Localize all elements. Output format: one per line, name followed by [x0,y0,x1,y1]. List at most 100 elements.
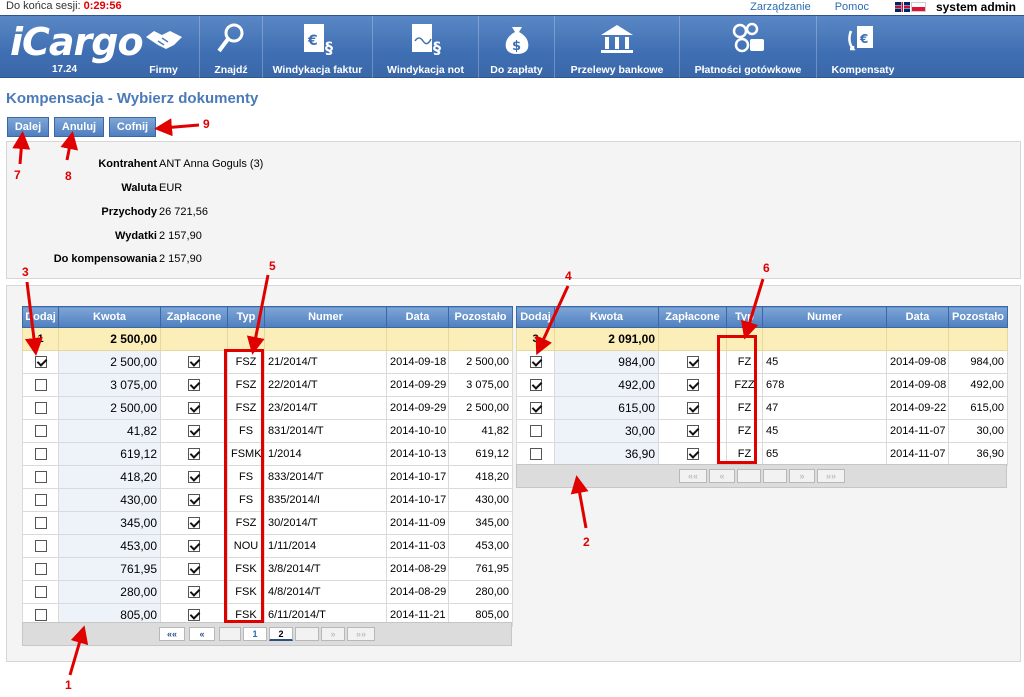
col-number[interactable]: Numer [264,306,387,328]
paid-checkbox[interactable] [188,540,200,553]
table-row[interactable]: 280,00 FSK 4/8/2014/T 2014-08-29 280,00 [22,580,513,604]
add-checkbox[interactable] [529,448,542,461]
logo[interactable]: iCargo 17.24 [0,16,144,79]
add-checkbox-cell[interactable] [22,350,59,374]
table-row[interactable]: 2 500,00 FSZ 21/2014/T 2014-09-18 2 500,00 [22,350,513,374]
uk-flag-icon[interactable] [894,2,910,12]
pager-page-1[interactable]: 1 [243,627,267,641]
back-button[interactable]: Cofnij [109,117,156,137]
table-row[interactable]: 615,00 FZ 47 2014-09-22 615,00 [516,396,1008,420]
add-checkbox[interactable] [34,425,47,438]
paid-checkbox[interactable] [188,425,200,438]
nav-windykacja-faktur[interactable]: € § Windykacja faktur [263,16,373,79]
add-checkbox-cell[interactable] [22,465,59,489]
pager-last-button[interactable]: »» [817,469,845,483]
col-type[interactable]: Typ [227,306,265,328]
add-checkbox[interactable] [34,563,47,576]
add-checkbox[interactable] [529,402,542,415]
add-checkbox-cell[interactable] [516,396,555,420]
pager-prev-button[interactable]: « [189,627,215,641]
pager-last-button[interactable]: »» [347,627,375,641]
add-checkbox-cell[interactable] [22,580,59,604]
add-checkbox[interactable] [34,448,47,461]
pager-prev-button[interactable]: « [709,469,735,483]
add-checkbox[interactable] [34,609,47,622]
table-row[interactable]: 3 075,00 FSZ 22/2014/T 2014-09-29 3 075,00 [22,373,513,397]
pager-next-button[interactable]: » [321,627,345,641]
table-row[interactable]: 30,00 FZ 45 2014-11-07 30,00 [516,419,1008,443]
nav-platnosci-gotowkowe[interactable]: Płatności gotówkowe [680,16,817,79]
add-checkbox[interactable] [34,494,47,507]
nav-windykacja-not[interactable]: § Windykacja not [373,16,479,79]
paid-checkbox[interactable] [686,402,699,415]
add-checkbox[interactable] [34,540,47,553]
paid-checkbox[interactable] [188,402,200,415]
cancel-button[interactable]: Anuluj [54,117,104,137]
col-amount[interactable]: Kwota [58,306,161,328]
nav-do-zaplaty[interactable]: $ Do zapłaty [479,16,555,79]
pager-next-button[interactable]: » [789,469,815,483]
add-checkbox[interactable] [529,356,542,369]
pager-first-button[interactable]: «« [679,469,707,483]
table-row[interactable]: 345,00 FSZ 30/2014/T 2014-11-09 345,00 [22,511,513,535]
col-add[interactable]: Dodaj [516,306,555,328]
nav-znajdz[interactable]: Znajdź [200,16,263,79]
add-checkbox[interactable] [34,356,47,369]
paid-checkbox[interactable] [188,563,200,576]
paid-checkbox[interactable] [188,356,200,369]
add-checkbox[interactable] [34,517,47,530]
add-checkbox-cell[interactable] [22,534,59,558]
add-checkbox-cell[interactable] [516,419,555,443]
col-paid[interactable]: Zapłacone [160,306,228,328]
pl-flag-icon[interactable] [910,2,926,12]
table-row[interactable]: 41,82 FS 831/2014/T 2014-10-10 41,82 [22,419,513,443]
col-number[interactable]: Numer [762,306,887,328]
add-checkbox[interactable] [34,471,47,484]
help-link[interactable]: Pomoc [835,1,869,13]
col-paid[interactable]: Zapłacone [658,306,727,328]
paid-checkbox[interactable] [188,448,200,461]
add-checkbox-cell[interactable] [22,511,59,535]
next-button[interactable]: Dalej [7,117,49,137]
manage-link[interactable]: Zarządzanie [750,1,811,13]
paid-checkbox[interactable] [188,609,200,622]
table-row[interactable]: 492,00 FZZ 678 2014-09-08 492,00 [516,373,1008,397]
add-checkbox-cell[interactable] [22,419,59,443]
paid-checkbox[interactable] [188,471,200,484]
paid-checkbox[interactable] [188,494,200,507]
add-checkbox-cell[interactable] [516,373,555,397]
table-row[interactable]: 36,90 FZ 65 2014-11-07 36,90 [516,442,1008,466]
col-remaining[interactable]: Pozostało [948,306,1008,328]
paid-checkbox[interactable] [686,379,699,392]
col-remaining[interactable]: Pozostało [448,306,513,328]
nav-firmy[interactable]: Firmy [128,16,200,79]
add-checkbox[interactable] [34,402,47,415]
add-checkbox-cell[interactable] [22,488,59,512]
paid-checkbox[interactable] [686,356,699,369]
pager-first-button[interactable]: «« [159,627,185,641]
paid-checkbox[interactable] [686,425,699,438]
col-type[interactable]: Typ [726,306,763,328]
add-checkbox-cell[interactable] [22,557,59,581]
col-date[interactable]: Data [386,306,449,328]
table-row[interactable]: 761,95 FSK 3/8/2014/T 2014-08-29 761,95 [22,557,513,581]
paid-checkbox[interactable] [188,517,200,530]
table-row[interactable]: 619,12 FSMK 1/2014 2014-10-13 619,12 [22,442,513,466]
add-checkbox-cell[interactable] [22,442,59,466]
col-add[interactable]: Dodaj [22,306,59,328]
table-row[interactable]: 430,00 FS 835/2014/I 2014-10-17 430,00 [22,488,513,512]
add-checkbox[interactable] [529,379,542,392]
col-date[interactable]: Data [886,306,949,328]
add-checkbox-cell[interactable] [22,396,59,420]
pager-page-2[interactable]: 2 [269,627,293,641]
paid-checkbox[interactable] [188,586,200,599]
table-row[interactable]: 418,20 FS 833/2014/T 2014-10-17 418,20 [22,465,513,489]
table-row[interactable]: 453,00 NOU 1/11/2014 2014-11-03 453,00 [22,534,513,558]
nav-przelewy-bankowe[interactable]: Przelewy bankowe [555,16,680,79]
add-checkbox-cell[interactable] [516,442,555,466]
col-amount[interactable]: Kwota [554,306,659,328]
add-checkbox-cell[interactable] [516,350,555,374]
add-checkbox[interactable] [34,379,47,392]
table-row[interactable]: 984,00 FZ 45 2014-09-08 984,00 [516,350,1008,374]
add-checkbox-cell[interactable] [22,373,59,397]
